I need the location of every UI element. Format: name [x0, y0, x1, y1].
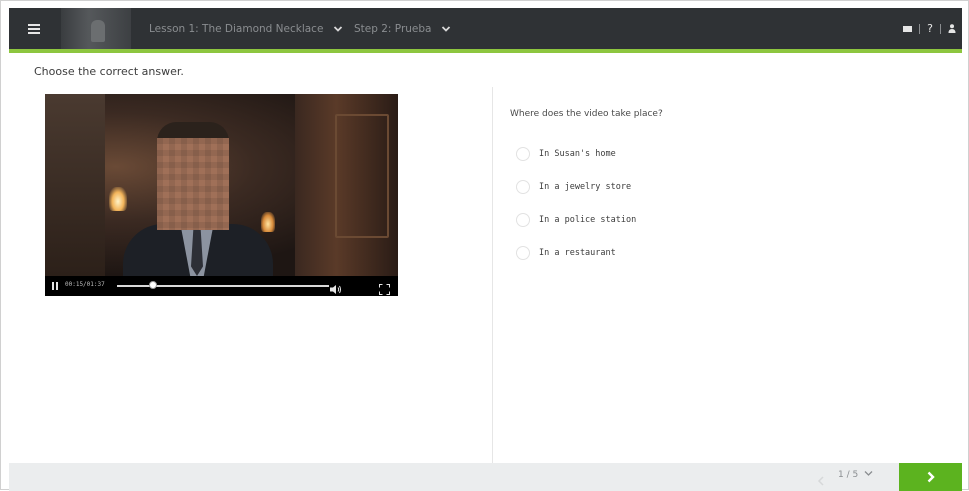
answer-label: In Susan's home — [539, 149, 616, 159]
video-player[interactable]: 00:15/01:37 — [45, 94, 398, 296]
answer-label: In a jewelry store — [539, 182, 632, 192]
chevron-down-icon — [441, 24, 451, 34]
page-selector[interactable]: 1 / 5 — [838, 470, 873, 480]
answer-label: In a police station — [539, 215, 637, 225]
top-bar: Lesson 1: The Diamond Necklace Step 2: P… — [9, 8, 962, 49]
radio-button[interactable] — [516, 246, 530, 260]
answer-option-1[interactable]: In Susan's home — [516, 147, 616, 161]
next-button[interactable] — [899, 463, 962, 491]
hamburger-icon — [28, 24, 40, 34]
pixelated-face — [157, 138, 229, 230]
top-right-tools: ? — [903, 8, 956, 49]
lesson-dropdown-label: Lesson 1: The Diamond Necklace — [149, 22, 324, 35]
seek-handle[interactable] — [149, 281, 158, 289]
previous-button[interactable] — [817, 471, 825, 490]
lesson-dropdown[interactable]: Lesson 1: The Diamond Necklace — [149, 8, 343, 49]
radio-button[interactable] — [516, 213, 530, 227]
chevron-down-icon — [864, 470, 873, 480]
video-time: 00:15/01:37 — [65, 281, 105, 288]
answer-label: In a restaurant — [539, 248, 616, 258]
app-frame: Lesson 1: The Diamond Necklace Step 2: P… — [0, 0, 969, 491]
pause-icon[interactable] — [52, 282, 59, 290]
chevron-right-icon — [926, 468, 936, 487]
user-icon[interactable] — [948, 24, 956, 33]
chevron-down-icon — [333, 24, 343, 34]
video-frame[interactable] — [45, 94, 398, 284]
radio-button[interactable] — [516, 147, 530, 161]
menu-button[interactable] — [9, 8, 59, 49]
book-icon[interactable] — [903, 25, 913, 33]
step-dropdown[interactable]: Step 2: Prueba — [354, 8, 451, 49]
separator — [940, 23, 941, 34]
seek-bar[interactable] — [117, 281, 329, 289]
answer-option-3[interactable]: In a police station — [516, 213, 636, 227]
fullscreen-icon[interactable] — [379, 280, 390, 296]
volume-icon[interactable] — [330, 280, 342, 296]
help-icon[interactable]: ? — [927, 22, 933, 35]
lesson-thumbnail — [61, 8, 131, 49]
instruction-text: Choose the correct answer. — [34, 65, 184, 78]
question-text: Where does the video take place? — [510, 109, 663, 119]
step-dropdown-label: Step 2: Prueba — [354, 22, 432, 35]
video-controls: 00:15/01:37 — [45, 276, 398, 296]
answer-option-2[interactable]: In a jewelry store — [516, 180, 631, 194]
page-indicator: 1 / 5 — [838, 470, 859, 480]
answer-option-4[interactable]: In a restaurant — [516, 246, 616, 260]
radio-button[interactable] — [516, 180, 530, 194]
separator — [919, 23, 921, 34]
